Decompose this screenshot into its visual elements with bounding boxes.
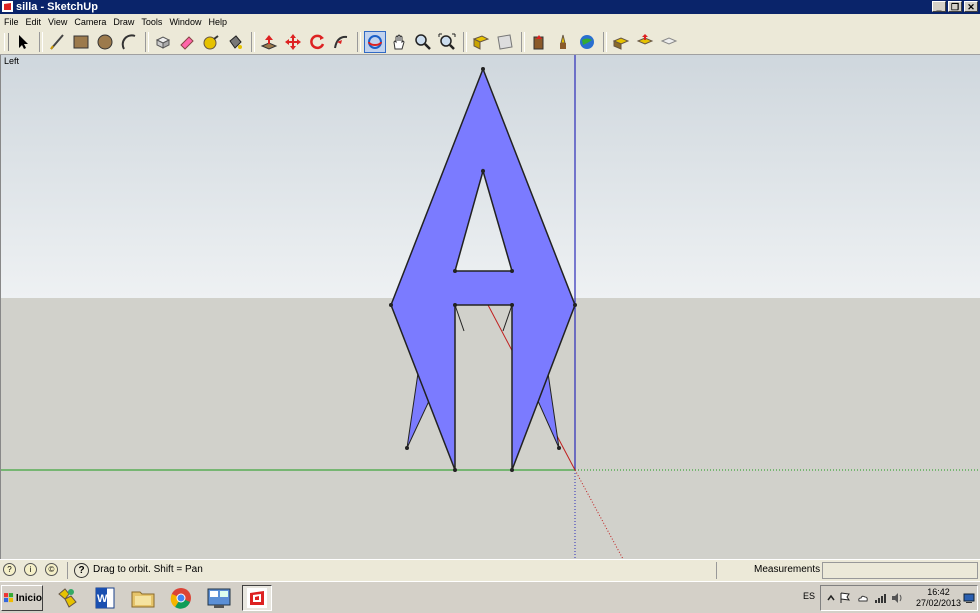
svg-text:W: W (97, 593, 108, 605)
google-earth-tool-icon[interactable] (576, 31, 598, 53)
window-title: silla - SketchUp (16, 1, 98, 13)
menu-window[interactable]: Window (168, 17, 207, 27)
minimize-button[interactable]: _ (932, 1, 946, 12)
maximize-button[interactable]: ❐ (948, 1, 962, 12)
circle-tool-icon[interactable] (94, 31, 116, 53)
share-component-tool-icon[interactable] (634, 31, 656, 53)
rotate-tool-icon[interactable] (306, 31, 328, 53)
status-bar: ? i © ? Drag to orbit. Shift = Pan Measu… (0, 559, 980, 581)
dynamic-components-tool-icon[interactable] (658, 31, 680, 53)
taskbar: Inicio W ES 16:42 27/02/2013 (0, 581, 980, 613)
measurements-input[interactable] (822, 562, 978, 579)
add-location-tool-icon[interactable] (552, 31, 574, 53)
pan-tool-icon[interactable] (388, 31, 410, 53)
close-button[interactable]: ✕ (964, 1, 978, 12)
system-tray: 16:42 27/02/2013 (820, 585, 978, 611)
puzzle-icon[interactable] (52, 585, 82, 611)
title-bar: silla - SketchUp _ ❐ ✕ (0, 0, 980, 14)
eraser-tool-icon[interactable] (176, 31, 198, 53)
follow-me-tool-icon[interactable] (330, 31, 352, 53)
credits-icon[interactable]: i (24, 563, 37, 576)
main-toolbar (0, 29, 980, 55)
zoom-extents-tool-icon[interactable] (436, 31, 458, 53)
clock[interactable]: 16:42 27/02/2013 (916, 587, 961, 609)
make-component-tool-icon[interactable] (152, 31, 174, 53)
line-tool-icon[interactable] (46, 31, 68, 53)
windows-logo-icon (4, 593, 14, 603)
menu-file[interactable]: File (3, 17, 25, 27)
word-icon[interactable]: W (90, 585, 120, 611)
clock-date: 27/02/2013 (915, 598, 961, 608)
orbit-tool-icon[interactable] (364, 30, 386, 53)
copyright-icon[interactable]: © (45, 563, 58, 576)
tape-measure-tool-icon[interactable] (200, 31, 222, 53)
flag-icon[interactable] (839, 592, 851, 604)
language-indicator[interactable]: ES (803, 591, 815, 601)
chrome-icon[interactable] (166, 585, 196, 611)
paint-bucket-tool-icon[interactable] (224, 31, 246, 53)
speaker-icon[interactable] (891, 592, 903, 604)
menu-tools[interactable]: Tools (140, 17, 168, 27)
menu-camera[interactable]: Camera (73, 17, 112, 27)
push-pull-tool-icon[interactable] (258, 31, 280, 53)
geo-location-icon[interactable]: ? (3, 563, 16, 576)
start-button[interactable]: Inicio (1, 585, 43, 611)
share-model-tool-icon[interactable] (494, 31, 516, 53)
start-label: Inicio (15, 592, 42, 604)
folder-icon[interactable] (128, 585, 158, 611)
arc-tool-icon[interactable] (118, 31, 140, 53)
control-panel-icon[interactable] (204, 585, 234, 611)
status-hint: Drag to orbit. Shift = Pan (93, 564, 203, 575)
toolbar-grip[interactable] (4, 32, 9, 51)
help-icon[interactable]: ? (74, 563, 89, 578)
clock-time: 16:42 (927, 587, 950, 597)
cloud-icon[interactable] (857, 592, 869, 604)
show-desktop-icon[interactable] (963, 592, 975, 604)
menu-edit[interactable]: Edit (25, 17, 48, 27)
sketchup-icon[interactable] (242, 585, 272, 611)
get-models-tool-icon[interactable] (470, 31, 492, 53)
inner-edge-right (502, 304, 513, 332)
menu-view[interactable]: View (47, 17, 73, 27)
select-tool-icon[interactable] (12, 31, 34, 53)
model-viewport[interactable]: Left (0, 55, 980, 559)
inner-edge-left (454, 304, 465, 332)
3d-warehouse-tool-icon[interactable] (528, 31, 550, 53)
move-tool-icon[interactable] (282, 31, 304, 53)
chevron-up-icon[interactable] (825, 592, 837, 604)
sketchup-app-icon (2, 1, 13, 12)
red-axis-dotted (574, 469, 624, 559)
network-signal-icon[interactable] (874, 592, 886, 604)
menu-bar: File Edit View Camera Draw Tools Window … (0, 14, 980, 29)
measurements-label: Measurements (754, 564, 821, 575)
menu-help[interactable]: Help (207, 17, 233, 27)
zoom-tool-icon[interactable] (412, 31, 434, 53)
get-components-tool-icon[interactable] (610, 31, 632, 53)
menu-draw[interactable]: Draw (112, 17, 140, 27)
3d-model-scene[interactable] (1, 55, 980, 559)
rectangle-tool-icon[interactable] (70, 31, 92, 53)
